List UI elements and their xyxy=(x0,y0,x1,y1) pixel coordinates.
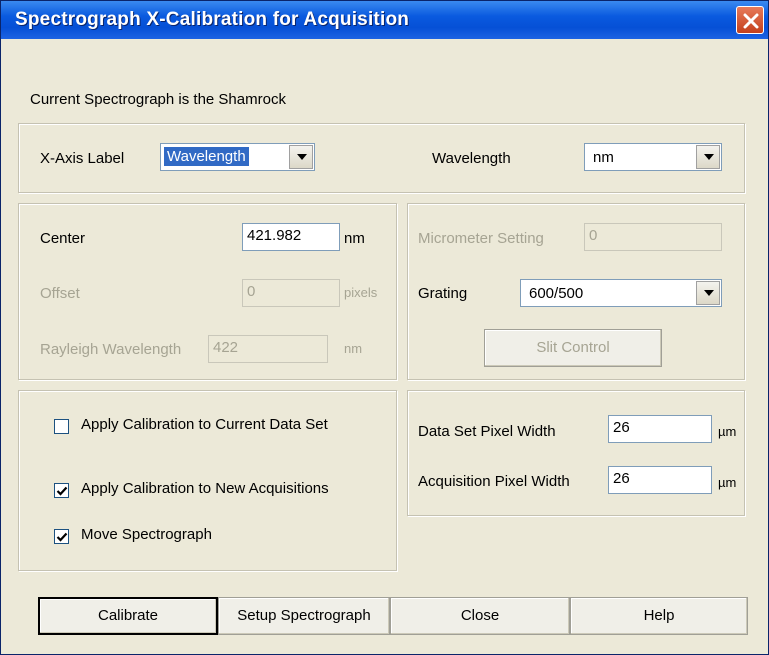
micrometer-label: Micrometer Setting xyxy=(418,230,544,247)
grating-label: Grating xyxy=(418,285,468,302)
move-spectrograph-checkbox[interactable] xyxy=(54,529,69,544)
offset-label: Offset xyxy=(40,285,80,302)
chevron-down-icon xyxy=(704,290,714,296)
setup-spectrograph-button[interactable]: Setup Spectrograph xyxy=(218,597,390,635)
close-button[interactable]: Close xyxy=(390,597,570,635)
x-axis-select[interactable]: Wavelength xyxy=(160,143,315,171)
apply-current-checkbox[interactable] xyxy=(54,419,69,434)
rayleigh-unit: nm xyxy=(344,341,363,356)
title-bar[interactable]: Spectrograph X-Calibration for Acquisiti… xyxy=(1,1,768,39)
close-window-button[interactable] xyxy=(736,6,764,34)
apply-current-label: Apply Calibration to Current Data Set xyxy=(81,416,328,433)
slit-control-button[interactable]: Slit Control xyxy=(484,329,662,367)
offset-input[interactable]: 0 xyxy=(242,279,340,307)
checkmark-icon xyxy=(56,486,68,496)
apply-new-label: Apply Calibration to New Acquisitions xyxy=(81,480,329,497)
dialog-body: Current Spectrograph is the Shamrock X-A… xyxy=(8,39,764,651)
offset-unit: pixels xyxy=(344,285,378,300)
window-title: Spectrograph X-Calibration for Acquisiti… xyxy=(15,9,410,30)
data-set-pixel-width-label: Data Set Pixel Width xyxy=(418,423,556,440)
grating-selected-value: 600/500 xyxy=(529,285,584,302)
rayleigh-label: Rayleigh Wavelength xyxy=(40,341,182,358)
acquisition-pixel-width-unit: µm xyxy=(718,475,737,490)
units-selected-value: nm xyxy=(593,149,614,166)
x-axis-dropdown-arrow[interactable] xyxy=(289,145,313,169)
center-unit: nm xyxy=(344,230,365,247)
chevron-down-icon xyxy=(297,154,307,160)
x-axis-label: X-Axis Label xyxy=(40,150,125,167)
units-label: Wavelength xyxy=(432,150,511,167)
units-dropdown-arrow[interactable] xyxy=(696,145,720,169)
grating-select[interactable]: 600/500 xyxy=(520,279,722,307)
close-icon xyxy=(743,13,759,29)
calibration-dialog: Spectrograph X-Calibration for Acquisiti… xyxy=(0,0,769,655)
pixel-width-group xyxy=(407,390,745,516)
apply-new-checkbox[interactable] xyxy=(54,483,69,498)
move-spectrograph-label: Move Spectrograph xyxy=(81,526,212,543)
calibrate-button[interactable]: Calibrate xyxy=(38,597,218,635)
acquisition-pixel-width-label: Acquisition Pixel Width xyxy=(418,473,570,490)
data-set-pixel-width-input[interactable]: 26 xyxy=(608,415,712,443)
center-label: Center xyxy=(40,230,86,247)
chevron-down-icon xyxy=(704,154,714,160)
rayleigh-input[interactable]: 422 xyxy=(208,335,328,363)
x-axis-selected-value: Wavelength xyxy=(164,147,249,166)
help-button[interactable]: Help xyxy=(570,597,748,635)
acquisition-pixel-width-input[interactable]: 26 xyxy=(608,466,712,494)
units-select[interactable]: nm xyxy=(584,143,722,171)
grating-dropdown-arrow[interactable] xyxy=(696,281,720,305)
data-set-pixel-width-unit: µm xyxy=(718,424,737,439)
micrometer-input[interactable]: 0 xyxy=(584,223,722,251)
current-spectrograph-text: Current Spectrograph is the Shamrock xyxy=(30,91,286,108)
checkmark-icon xyxy=(56,532,68,542)
center-input[interactable]: 421.982 xyxy=(242,223,340,251)
